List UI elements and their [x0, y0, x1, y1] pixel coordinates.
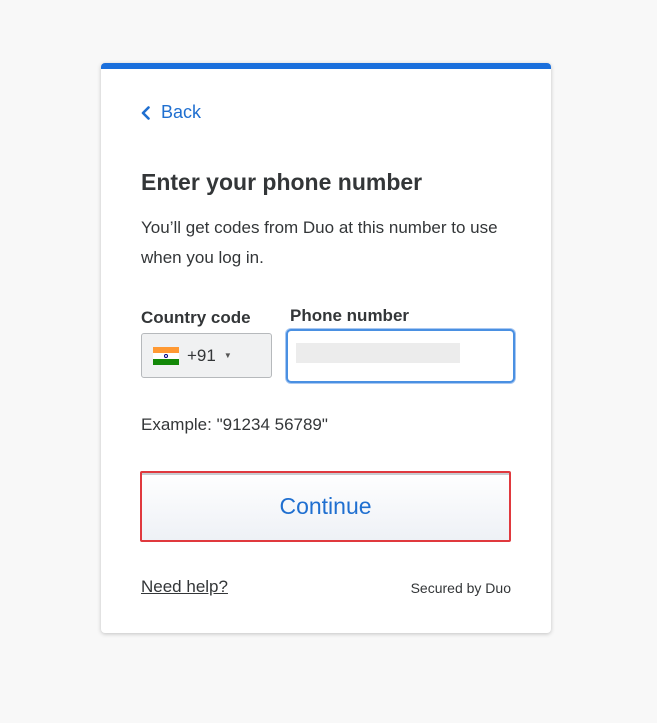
continue-label: Continue: [279, 493, 372, 519]
caret-down-icon: ▼: [223, 351, 232, 360]
back-label: Back: [161, 102, 202, 122]
country-code-label: Country code: [141, 308, 251, 327]
country-code-select[interactable]: +91 ▼: [141, 333, 272, 378]
secured-by-duo: Secured by Duo: [410, 580, 511, 596]
need-help-link[interactable]: Need help?: [141, 577, 228, 597]
dial-code: +91: [187, 345, 216, 365]
phone-example-text: Example: "91234 56789": [141, 415, 328, 434]
chevron-left-icon: [141, 105, 150, 120]
phone-number-input[interactable]: [296, 343, 460, 363]
page-title: Enter your phone number: [141, 169, 423, 195]
continue-button[interactable]: Continue: [140, 471, 511, 542]
page-description: You’ll get codes from Duo at this number…: [141, 218, 498, 267]
card-accent-bar: [101, 63, 551, 69]
phone-number-field[interactable]: [286, 329, 515, 383]
back-link[interactable]: Back: [141, 102, 201, 123]
india-flag-icon: [153, 346, 179, 365]
phone-enrollment-card: Back Enter your phone number You’ll get …: [101, 63, 551, 633]
phone-number-label: Phone number: [290, 306, 410, 325]
button-top-edge: [142, 473, 509, 475]
